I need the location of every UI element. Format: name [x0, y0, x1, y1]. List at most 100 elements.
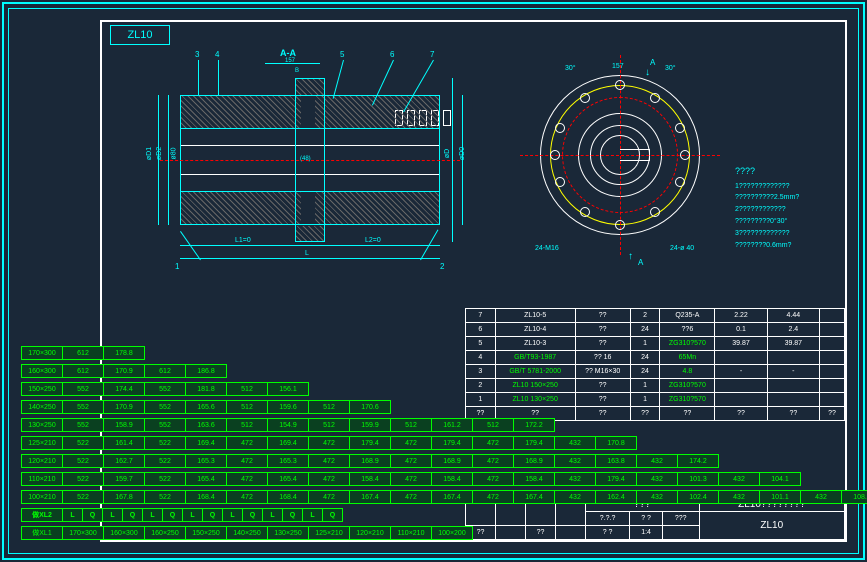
callout-5: 5	[340, 50, 344, 59]
size-col-label: 160×300	[103, 526, 145, 540]
size-cell: 120×210	[21, 454, 63, 468]
size-cell: 170×300	[21, 346, 63, 360]
size-cell: 179.4	[595, 472, 637, 486]
angle-30-left: 30°	[565, 65, 576, 72]
size-header: L	[302, 508, 323, 522]
size-cell: 522	[144, 472, 186, 486]
size-cell: 522	[144, 490, 186, 504]
size-cell: 179.4	[431, 436, 473, 450]
size-cell: 125×210	[21, 436, 63, 450]
size-col-label: 110×210	[390, 526, 432, 540]
size-col-label: 160×250	[144, 526, 186, 540]
callout-2: 2	[440, 262, 444, 271]
size-cell: 165.3	[267, 454, 309, 468]
callout-6: 6	[390, 50, 394, 59]
size-cell: 162.7	[103, 454, 145, 468]
size-cell: 522	[62, 454, 104, 468]
size-cell: 158.4	[513, 472, 555, 486]
size-col-label: 170×300	[62, 526, 104, 540]
size-cell: 158.9	[103, 418, 145, 432]
size-cell: 165.6	[185, 400, 227, 414]
technical-requirements: ???? 1????????????? ??????????2.5mm? 2??…	[735, 165, 845, 252]
size-cell: 172.2	[513, 418, 555, 432]
dim-l: L	[305, 250, 309, 257]
dim-d2: øD2	[156, 147, 163, 160]
dim-l2: L2=0	[365, 237, 381, 244]
angle-30-right: 30°	[665, 65, 676, 72]
size-col-label: 120×210	[349, 526, 391, 540]
size-cell: 512	[226, 400, 268, 414]
size-cell: 472	[308, 472, 350, 486]
size-col-label: 130×250	[267, 526, 309, 540]
size-cell: 170.9	[103, 400, 145, 414]
size-cell: 160×300	[21, 364, 63, 378]
size-cell: 101.1	[759, 490, 801, 504]
size-col-label: 140×250	[226, 526, 268, 540]
size-header: L	[262, 508, 283, 522]
size-cell: 163.8	[595, 454, 637, 468]
section-aa-label: A-A	[280, 48, 296, 58]
size-cell: 432	[554, 490, 596, 504]
size-cell: 179.4	[349, 436, 391, 450]
size-cell: 169.4	[185, 436, 227, 450]
size-cell: 432	[554, 454, 596, 468]
size-cell: 150×250	[21, 382, 63, 396]
arrow-a-top: A	[650, 58, 655, 67]
size-cell: 512	[226, 418, 268, 432]
size-cell: 472	[226, 472, 268, 486]
size-cell: 552	[62, 418, 104, 432]
size-cell: 512	[226, 382, 268, 396]
size-header: L	[62, 508, 83, 522]
size-cell: 167.8	[103, 490, 145, 504]
size-cell: 522	[62, 472, 104, 486]
size-cell: 522	[144, 436, 186, 450]
size-cell: 472	[390, 436, 432, 450]
bolt-note-2: 24-ø 40	[670, 245, 694, 252]
size-cell: 432	[636, 454, 678, 468]
callout-3: 3	[195, 50, 199, 59]
size-cell: 159.6	[267, 400, 309, 414]
size-cell: 552	[62, 400, 104, 414]
size-cell: 101.3	[677, 472, 719, 486]
arrow-a-bottom: A	[638, 258, 643, 267]
size-cell: 472	[226, 454, 268, 468]
size-cell: 186.8	[185, 364, 227, 378]
size-header: Q	[82, 508, 103, 522]
size-cell: 472	[308, 490, 350, 504]
size-cell: 432	[718, 490, 760, 504]
size-header: L	[222, 508, 243, 522]
size-header: 做XL2	[21, 508, 63, 522]
size-header: Q	[322, 508, 343, 522]
callout-7: 7	[430, 50, 434, 59]
size-col-label: 做XL1	[21, 526, 63, 540]
size-cell: 612	[144, 364, 186, 378]
size-cell: 472	[226, 436, 268, 450]
size-cell: 100×210	[21, 490, 63, 504]
size-cell: 432	[800, 490, 842, 504]
size-cell: 167.4	[431, 490, 473, 504]
size-cell: 165.3	[185, 454, 227, 468]
size-cell: 168.9	[431, 454, 473, 468]
size-cell: 161.4	[103, 436, 145, 450]
size-cell: 161.2	[431, 418, 473, 432]
size-header: L	[182, 508, 203, 522]
size-cell: 472	[390, 472, 432, 486]
size-cell: 432	[554, 472, 596, 486]
bom-row: 7ZL10-5??2Q235-A2.224.44	[466, 309, 845, 323]
size-cell: 168.4	[267, 490, 309, 504]
size-cell: 158.4	[349, 472, 391, 486]
dim-d1: øD1	[146, 147, 153, 160]
title-stamp: ZL10	[110, 25, 170, 45]
dim-l1: L1=0	[235, 237, 251, 244]
bolt-note-1: 24-M16	[535, 245, 559, 252]
size-header: Q	[202, 508, 223, 522]
size-cell: 512	[390, 418, 432, 432]
size-cell: 156.1	[267, 382, 309, 396]
size-cell: 612	[62, 346, 104, 360]
size-cell: 472	[390, 490, 432, 504]
size-cell: 174.2	[677, 454, 719, 468]
size-cell: 522	[62, 436, 104, 450]
size-cell: 472	[472, 472, 514, 486]
size-cell: 159.7	[103, 472, 145, 486]
dim-ref-48: (48)	[300, 156, 311, 162]
